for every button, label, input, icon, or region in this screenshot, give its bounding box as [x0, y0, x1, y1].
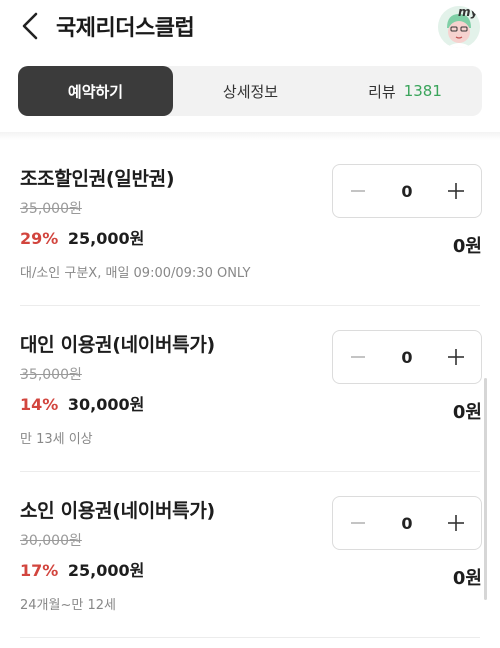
item-total: 0원	[452, 402, 482, 423]
sale-price: 25,000원	[67, 561, 145, 580]
section-divider	[0, 132, 500, 140]
back-button[interactable]	[14, 8, 46, 44]
tab-label: 리뷰	[368, 82, 396, 101]
minus-icon	[351, 190, 365, 192]
tab-reservation[interactable]: 예약하기	[18, 66, 173, 116]
ticket-name: 대인 이용권(네이버특가)	[20, 334, 215, 356]
item-total: 0원	[452, 236, 482, 257]
original-price: 35,000원	[20, 367, 82, 383]
avatar-label: my	[458, 6, 479, 19]
quantity-stepper: 0	[332, 496, 482, 550]
page-title: 국제리더스클럽	[56, 16, 195, 41]
quantity-value: 0	[401, 513, 413, 533]
quantity-stepper: 0	[332, 330, 482, 384]
price-row: 17% 25,000원	[20, 557, 144, 581]
item-total: 0원	[452, 568, 482, 589]
tab-label: 예약하기	[67, 82, 124, 101]
price-row: 29% 25,000원	[20, 225, 144, 249]
decrease-button[interactable]	[333, 497, 383, 549]
quantity-stepper: 0	[332, 164, 482, 218]
sale-price: 25,000원	[67, 229, 145, 248]
avatar[interactable]: my	[438, 6, 480, 48]
minus-icon	[351, 356, 365, 358]
tab-reviews[interactable]: 리뷰 1381	[328, 66, 482, 116]
ticket-name: 소인 이용권(네이버특가)	[20, 500, 215, 522]
tab-bar: 예약하기 상세정보 리뷰 1381	[18, 66, 482, 116]
discount-rate: 14%	[20, 395, 59, 414]
tab-details[interactable]: 상세정보	[173, 66, 328, 116]
sale-price: 30,000원	[67, 395, 145, 414]
chevron-left-icon	[22, 12, 38, 40]
price-row: 14% 30,000원	[20, 391, 144, 415]
decrease-button[interactable]	[333, 331, 383, 383]
ticket-item: 조조할인권(일반권) 35,000원 29% 25,000원 대/소인 구분X,…	[0, 140, 500, 306]
ticket-note: 만 13세 이상	[20, 432, 93, 447]
quantity-value: 0	[401, 181, 413, 201]
increase-button[interactable]	[431, 331, 481, 383]
discount-rate: 17%	[20, 561, 59, 580]
plus-icon	[448, 183, 464, 199]
increase-button[interactable]	[431, 497, 481, 549]
ticket-item: 소인 이용권(네이버특가) 30,000원 17% 25,000원 24개월~만…	[0, 472, 500, 638]
decrease-button[interactable]	[333, 165, 383, 217]
ticket-item: 대인 이용권(네이버특가) 35,000원 14% 30,000원 만 13세 …	[0, 306, 500, 472]
discount-rate: 29%	[20, 229, 59, 248]
plus-icon	[448, 515, 464, 531]
plus-icon	[448, 349, 464, 365]
review-count: 1381	[403, 82, 442, 100]
tab-label: 상세정보	[222, 82, 279, 101]
ticket-name: 조조할인권(일반권)	[20, 168, 175, 190]
original-price: 30,000원	[20, 533, 82, 549]
original-price: 35,000원	[20, 201, 82, 217]
app-header: 국제리더스클럽 my	[0, 0, 500, 52]
ticket-note: 대/소인 구분X, 매일 09:00/09:30 ONLY	[20, 266, 251, 281]
scrollbar[interactable]	[484, 378, 487, 600]
quantity-value: 0	[401, 347, 413, 367]
increase-button[interactable]	[431, 165, 481, 217]
minus-icon	[351, 522, 365, 524]
ticket-note: 24개월~만 12세	[20, 598, 116, 613]
row-divider	[20, 637, 480, 638]
